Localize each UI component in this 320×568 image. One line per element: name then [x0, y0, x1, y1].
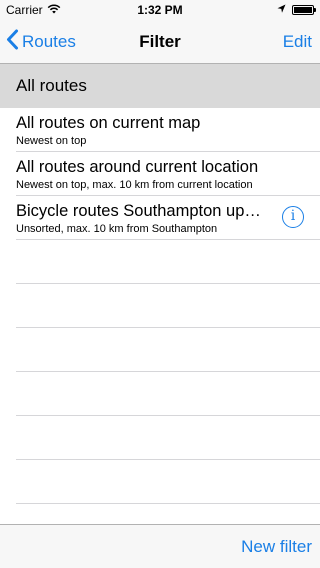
- filter-row-subtitle: Newest on top, max. 10 km from current l…: [16, 179, 253, 191]
- empty-row: [0, 328, 320, 372]
- edit-button[interactable]: Edit: [283, 20, 312, 64]
- filter-row-title: All routes on current map: [16, 114, 201, 132]
- status-time: 1:32 PM: [137, 3, 183, 17]
- back-button[interactable]: Routes: [6, 20, 76, 64]
- filter-row-title: Bicycle routes Southampton up…: [16, 202, 261, 220]
- chevron-left-icon: [6, 29, 19, 55]
- bottom-toolbar: New filter: [0, 524, 320, 568]
- status-right: [277, 3, 316, 17]
- empty-row: [0, 416, 320, 460]
- filter-row-subtitle: Unsorted, max. 10 km from Southampton: [16, 223, 218, 235]
- back-button-label: Routes: [22, 32, 76, 51]
- new-filter-button[interactable]: New filter: [241, 525, 312, 568]
- battery-level: [294, 7, 312, 13]
- empty-row: [0, 284, 320, 328]
- navigation-bar: Routes Filter Edit: [0, 20, 320, 64]
- info-icon[interactable]: i: [282, 206, 304, 228]
- location-arrow-icon: [277, 3, 286, 17]
- empty-row: [0, 460, 320, 504]
- filter-row-bicycle-southampton[interactable]: Bicycle routes Southampton up… Unsorted,…: [0, 196, 320, 240]
- filter-row-current-location[interactable]: All routes around current location Newes…: [0, 152, 320, 196]
- empty-row: [0, 372, 320, 416]
- filter-row-title: All routes around current location: [16, 158, 259, 176]
- filter-row-current-map[interactable]: All routes on current map Newest on top: [0, 108, 320, 152]
- battery-icon: [292, 5, 316, 15]
- empty-row: [0, 240, 320, 284]
- status-bar: Carrier 1:32 PM: [0, 0, 320, 20]
- filter-row-subtitle: Newest on top: [16, 135, 87, 147]
- filter-list: All routes on current map Newest on top …: [0, 108, 320, 504]
- section-header: All routes: [0, 64, 320, 108]
